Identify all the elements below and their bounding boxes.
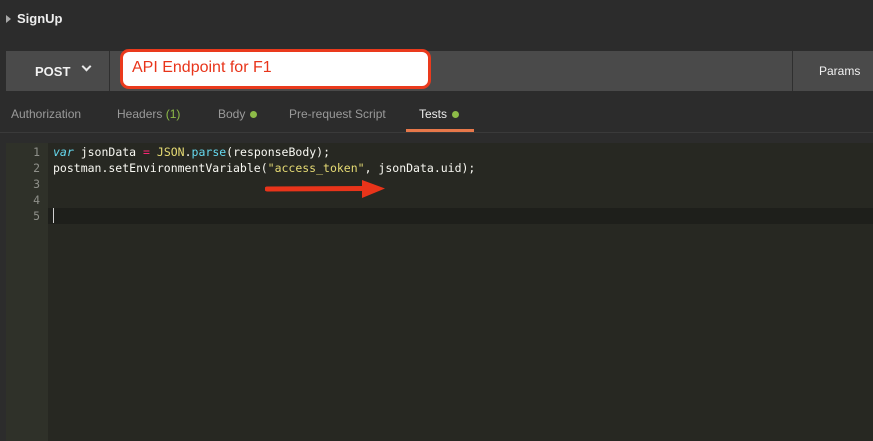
tab-label: Headers [117,107,163,121]
line-number: 4 [33,193,40,207]
text-cursor [53,208,54,223]
line-number: 2 [33,161,40,175]
annotation-arrow-icon [265,180,385,198]
tab-label: Body [218,107,246,121]
status-dot-icon [250,111,258,118]
tab-label: Tests [419,107,448,121]
request-name[interactable]: SignUp [17,11,63,26]
tests-code-editor[interactable]: 1 2 3 4 5 var jsonData = JSON.parse(resp… [6,143,873,441]
collection-header: SignUp [0,0,873,38]
status-dot-icon [452,111,460,118]
line-number: 3 [33,177,40,191]
tab-authorization[interactable]: Authorization [11,97,81,132]
chevron-down-icon [81,61,92,72]
tabs-divider [0,132,873,133]
line-number-gutter: 1 2 3 4 5 [6,143,48,441]
current-line-highlight [48,208,873,224]
tab-label: Authorization [11,107,82,121]
params-label: Params [819,64,861,78]
request-tabs: Authorization Headers (1) Body Pre-reque… [0,97,873,133]
method-label: POST [35,64,71,79]
line-number: 5 [33,209,40,223]
headers-count-badge: (1) [165,107,181,121]
code-line-2: postman.setEnvironmentVariable("access_t… [53,161,476,175]
tab-pre-request-script[interactable]: Pre-request Script [289,97,386,132]
tab-tests[interactable]: Tests [406,97,475,132]
annotation-callout-text: API Endpoint for F1 [132,59,272,76]
tab-body[interactable]: Body [218,97,258,132]
annotation-callout: API Endpoint for F1 [120,49,431,89]
tab-headers[interactable]: Headers (1) [117,97,180,132]
expand-caret-icon[interactable] [6,15,11,23]
tab-label: Pre-request Script [289,107,386,121]
params-button[interactable]: Params [792,51,873,91]
code-line-1: var jsonData = JSON.parse(responseBody); [53,145,331,159]
line-number: 1 [33,145,40,159]
method-dropdown[interactable]: POST [6,51,110,91]
